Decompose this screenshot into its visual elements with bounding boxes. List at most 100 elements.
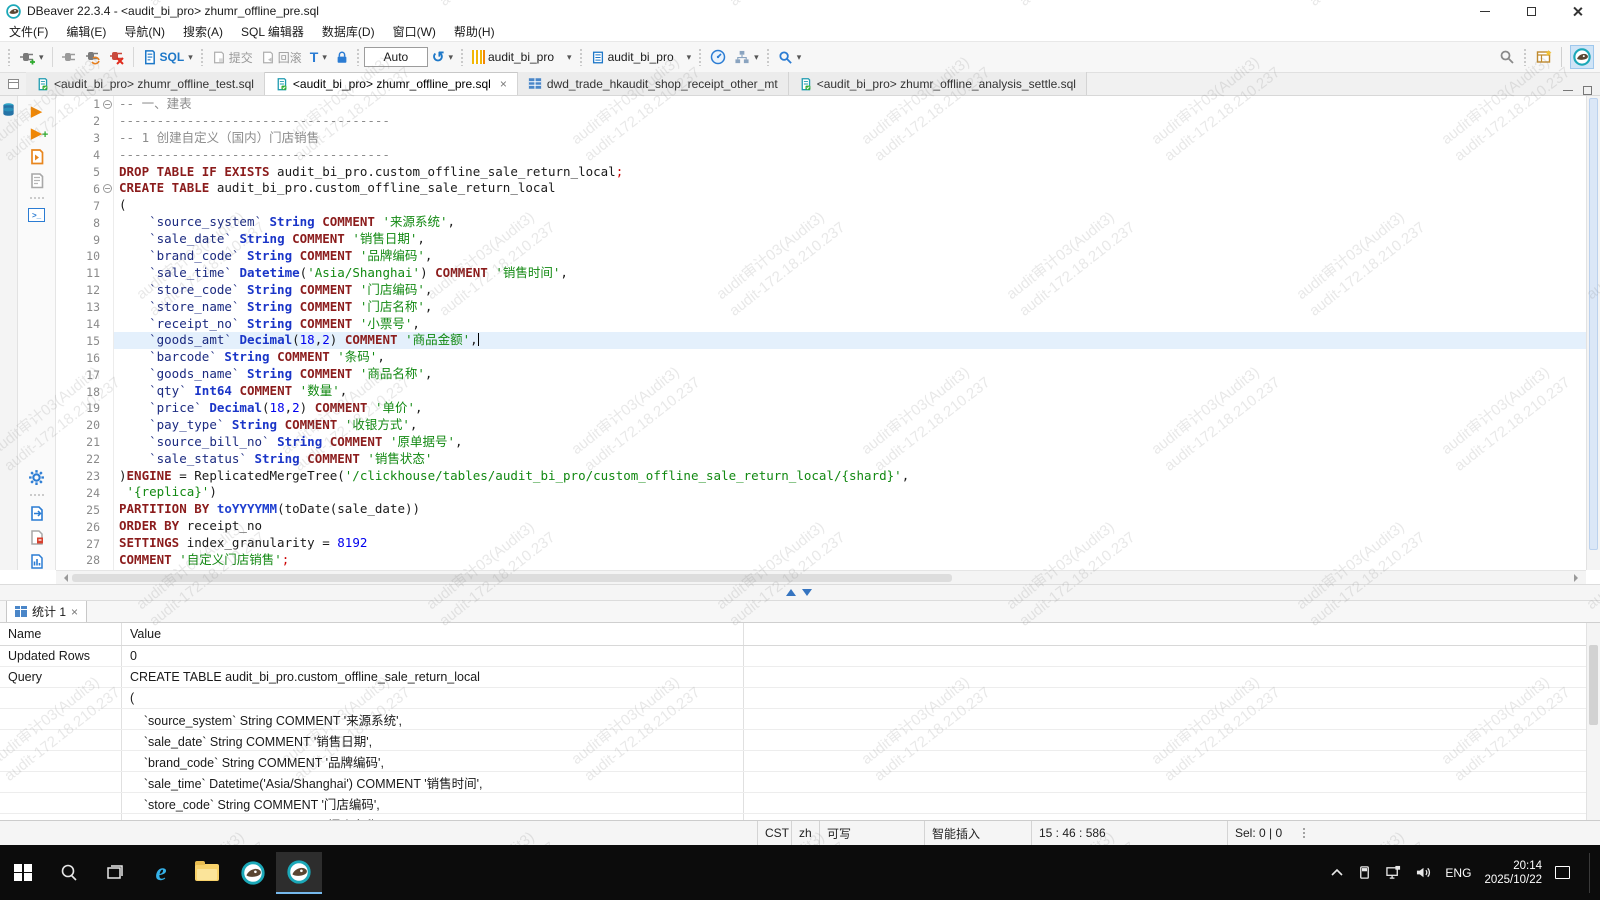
rollback-button[interactable]: 回滚 xyxy=(257,45,306,69)
save-file-button[interactable] xyxy=(29,529,45,546)
task-view-button[interactable] xyxy=(92,852,138,894)
connect-button[interactable] xyxy=(57,45,81,69)
maximize-view-button[interactable] xyxy=(1583,86,1592,95)
results-row[interactable]: Updated Rows 0 xyxy=(0,646,1600,667)
statistics-tab[interactable]: 统计 1 × xyxy=(6,601,88,622)
code-line-8[interactable]: `source_system` String COMMENT '来源系统', xyxy=(114,214,1586,231)
transaction-log-button[interactable]: ↺ ▾ xyxy=(428,45,457,69)
user-profile-button[interactable] xyxy=(1570,45,1594,69)
results-row[interactable]: `sale_date` String COMMENT '销售日期', xyxy=(0,730,1600,751)
volume-icon[interactable] xyxy=(1415,865,1432,880)
collapse-down-icon[interactable] xyxy=(802,589,812,596)
execute-script-button[interactable] xyxy=(29,148,45,165)
dropdown-icon[interactable]: ▾ xyxy=(797,52,802,63)
scroll-right-icon[interactable] xyxy=(1574,573,1582,582)
close-tab-icon[interactable]: × xyxy=(71,605,78,619)
code-line-16[interactable]: `barcode` String COMMENT '条码', xyxy=(114,349,1586,366)
code-line-27[interactable]: SETTINGS index_granularity = 8192 xyxy=(114,535,1586,552)
lock-button[interactable] xyxy=(331,45,353,69)
results-row[interactable]: `source_system` String COMMENT '来源系统', xyxy=(0,709,1600,730)
code-line-7[interactable]: ( xyxy=(114,197,1586,214)
code-line-11[interactable]: `sale_time` Datetime('Asia/Shanghai') CO… xyxy=(114,265,1586,282)
show-desktop-divider[interactable] xyxy=(1589,852,1590,893)
action-center-icon[interactable] xyxy=(1555,866,1570,879)
close-tab-icon[interactable]: × xyxy=(500,77,507,91)
panel-splitter[interactable] xyxy=(0,584,1600,601)
collapse-up-icon[interactable] xyxy=(786,589,796,596)
splitter-handle[interactable] xyxy=(786,589,812,596)
editor-tab-1[interactable]: <audit_bi_pro> zhumr_offline_test.sql xyxy=(26,72,265,95)
transaction-mode-button[interactable]: T ▾ xyxy=(306,45,331,69)
schema-selector[interactable]: audit_bi_pro ▾ xyxy=(587,45,696,69)
dropdown-icon[interactable]: ▾ xyxy=(567,52,572,63)
catalog-selector[interactable]: audit_bi_pro ▾ xyxy=(468,45,576,69)
execute-sql-button[interactable]: ▶ xyxy=(31,104,43,119)
dropdown-icon[interactable]: ▾ xyxy=(188,52,193,63)
minimize-view-button[interactable] xyxy=(1563,90,1573,91)
code-area[interactable]: -- 一、建表 ---------------------------------… xyxy=(114,96,1586,570)
dbeaver-taskbar-button-active[interactable] xyxy=(276,851,322,894)
menu-item-5[interactable]: SQL 编辑器 xyxy=(232,23,313,40)
code-line-13[interactable]: `store_name` String COMMENT '门店名称', xyxy=(114,299,1586,316)
editor-tab-3[interactable]: dwd_trade_hkaudit_shop_receipt_other_mt xyxy=(517,72,789,95)
menu-item-4[interactable]: 搜索(A) xyxy=(174,23,232,40)
results-vertical-scrollbar[interactable] xyxy=(1586,623,1600,820)
scroll-left-icon[interactable] xyxy=(60,573,68,582)
code-line-6[interactable]: CREATE TABLE audit_bi_pro.custom_offline… xyxy=(114,180,1586,197)
scrollbar-thumb[interactable] xyxy=(72,573,952,582)
code-line-24[interactable]: '{replica}') xyxy=(114,484,1586,501)
editor-vertical-scrollbar[interactable] xyxy=(1586,96,1600,570)
code-line-15[interactable]: `goods_amt` Decimal(18,2) COMMENT '商品金额'… xyxy=(114,332,1586,350)
results-row[interactable]: `brand_code` String COMMENT '品牌编码', xyxy=(0,751,1600,772)
scrollbar-thumb[interactable] xyxy=(1589,98,1598,550)
editor-horizontal-scrollbar[interactable] xyxy=(56,570,1586,584)
taskbar-clock[interactable]: 20:14 2025/10/22 xyxy=(1484,859,1542,887)
code-line-4[interactable]: ------------------------------------ xyxy=(114,147,1586,164)
taskbar-search-button[interactable] xyxy=(46,852,92,894)
code-line-3[interactable]: -- 1 创建自定义（国内）门店销售 xyxy=(114,130,1586,147)
scrollbar-thumb[interactable] xyxy=(1589,645,1598,725)
code-line-19[interactable]: `price` Decimal(18,2) COMMENT '单价', xyxy=(114,400,1586,417)
menu-item-8[interactable]: 帮助(H) xyxy=(445,23,504,40)
code-line-21[interactable]: `source_bill_no` String COMMENT '原单据号', xyxy=(114,434,1586,451)
results-row[interactable]: Query CREATE TABLE audit_bi_pro.custom_of… xyxy=(0,667,1600,688)
dbeaver-taskbar-button[interactable] xyxy=(230,852,276,894)
dropdown-icon[interactable]: ▾ xyxy=(754,52,759,63)
code-line-18[interactable]: `qty` Int64 COMMENT '数量', xyxy=(114,383,1586,400)
code-line-10[interactable]: `brand_code` String COMMENT '品牌编码', xyxy=(114,248,1586,265)
menu-item-1[interactable]: 文件(F) xyxy=(0,23,57,40)
code-line-12[interactable]: `store_code` String COMMENT '门店编码', xyxy=(114,282,1586,299)
code-line-2[interactable]: ------------------------------------ xyxy=(114,113,1586,130)
new-connection-button[interactable]: ▾ xyxy=(15,45,48,69)
perspective-icon[interactable] xyxy=(1536,49,1553,65)
start-button[interactable] xyxy=(0,852,46,894)
commit-button[interactable]: 提交 xyxy=(208,45,257,69)
reconnect-button[interactable] xyxy=(81,45,105,69)
search-objects-button[interactable]: ▾ xyxy=(774,45,806,69)
disconnect-button[interactable] xyxy=(105,45,129,69)
menu-item-6[interactable]: 数据库(D) xyxy=(313,23,384,40)
maximize-button[interactable] xyxy=(1508,0,1554,22)
code-line-26[interactable]: ORDER BY receipt_no xyxy=(114,518,1586,535)
language-indicator[interactable]: ENG xyxy=(1445,866,1471,880)
results-row[interactable]: `store_code` String COMMENT '门店编码', xyxy=(0,793,1600,814)
dropdown-icon[interactable]: ▾ xyxy=(322,52,327,63)
code-line-28[interactable]: COMMENT '自定义门店销售'; xyxy=(114,552,1586,569)
code-line-1[interactable]: -- 一、建表 xyxy=(114,96,1586,113)
restore-panel-button[interactable] xyxy=(0,73,26,95)
minimize-button[interactable] xyxy=(1462,0,1508,22)
dropdown-icon[interactable]: ▾ xyxy=(39,52,44,63)
sql-editor-button[interactable]: SQL ▾ xyxy=(138,45,197,69)
database-navigator-icon[interactable] xyxy=(1,102,16,117)
usb-device-icon[interactable] xyxy=(1357,865,1372,880)
network-icon[interactable] xyxy=(1385,865,1402,880)
dropdown-icon[interactable]: ▾ xyxy=(687,52,692,63)
tray-expand-icon[interactable] xyxy=(1330,867,1344,879)
statistics-button[interactable] xyxy=(29,553,45,570)
dashboard-button[interactable] xyxy=(706,45,730,69)
code-line-5[interactable]: DROP TABLE IF EXISTS audit_bi_pro.custom… xyxy=(114,164,1586,181)
editor-tab-2[interactable]: <audit_bi_pro> zhumr_offline_pre.sql × xyxy=(264,72,518,95)
menu-item-3[interactable]: 导航(N) xyxy=(115,23,174,40)
code-line-14[interactable]: `receipt_no` String COMMENT '小票号', xyxy=(114,316,1586,333)
close-button[interactable] xyxy=(1554,0,1600,22)
